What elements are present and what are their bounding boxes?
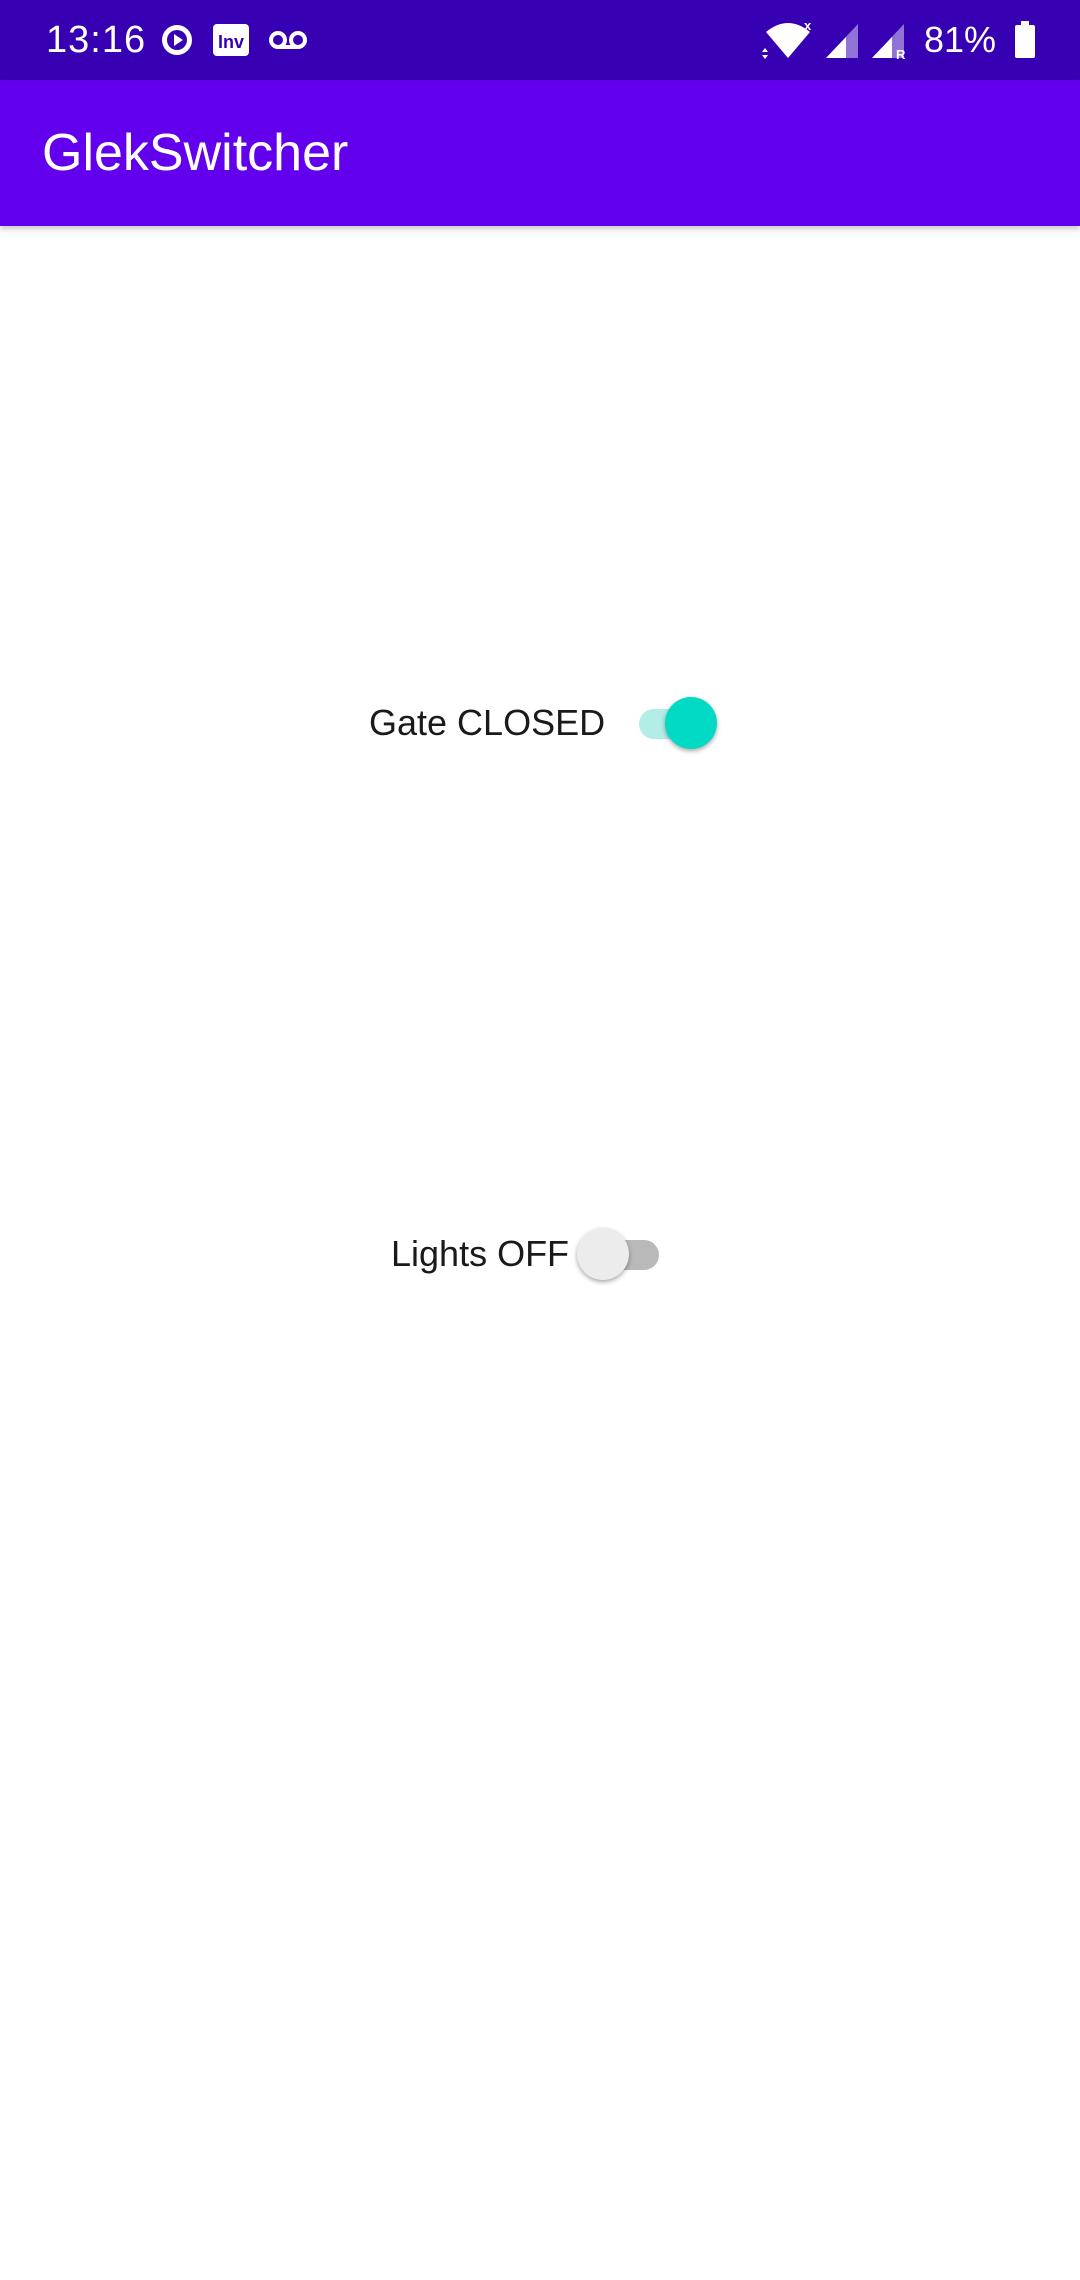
gate-status-label: Gate CLOSED: [369, 702, 606, 743]
inv-app-icon: Inv: [213, 24, 249, 56]
signal-roaming-icon: R: [871, 24, 906, 60]
play-circle-icon: [162, 25, 192, 55]
notification-icons: Inv: [160, 20, 326, 60]
battery-percent: 81%: [923, 19, 996, 60]
svg-text:Inv: Inv: [218, 32, 244, 52]
app-bar: GlekSwitcher: [0, 80, 1080, 226]
status-time: 13:16: [46, 19, 147, 61]
lights-switch-thumb[interactable]: [577, 1228, 630, 1280]
gate-switch-thumb[interactable]: [665, 697, 718, 749]
svg-text:x: x: [804, 18, 812, 33]
wifi-icon: x: [761, 18, 812, 59]
gate-switch-row: Gate CLOSED: [369, 683, 718, 763]
signal-icon: [825, 24, 858, 58]
app-title: GlekSwitcher: [42, 124, 349, 182]
lights-status-label: Lights OFF: [391, 1233, 570, 1274]
lights-toggle-switch[interactable]: [577, 1224, 667, 1284]
voicemail-icon: [269, 31, 307, 49]
battery-icon: [1015, 21, 1035, 58]
lights-switch-row: Lights OFF: [391, 1214, 667, 1294]
system-icons: x R 81%: [752, 18, 1036, 62]
gate-toggle-switch[interactable]: [627, 693, 718, 753]
svg-text:R: R: [896, 47, 906, 60]
status-bar: 13:16 Inv x R 81%: [0, 0, 1080, 80]
